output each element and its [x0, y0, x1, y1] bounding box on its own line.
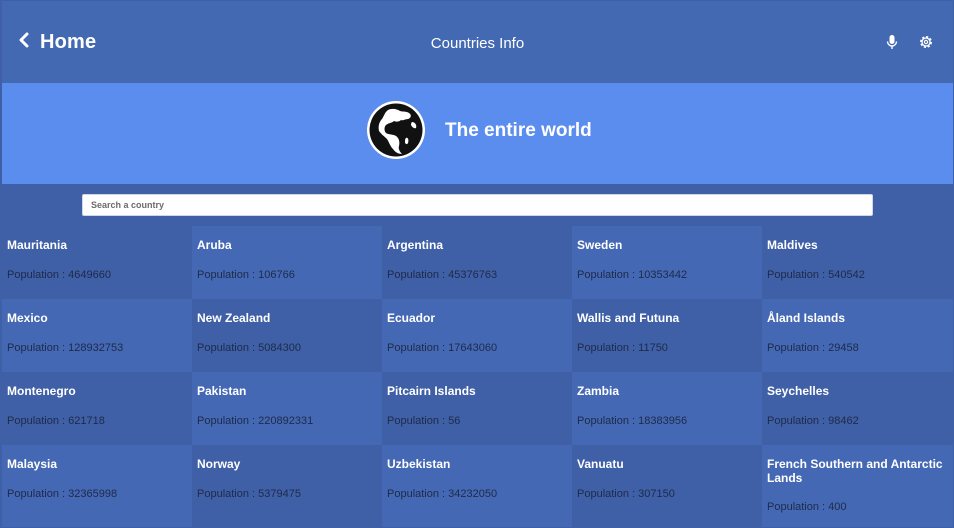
country-card[interactable]: Montenegro Population : 621718	[2, 372, 192, 445]
country-population: Population : 220892331	[197, 415, 314, 427]
country-name: Pitcairn Islands	[387, 384, 476, 398]
banner-title: The entire world	[445, 120, 592, 141]
country-population: Population : 18383956	[577, 415, 688, 427]
gear-icon[interactable]	[917, 33, 935, 51]
country-population: Population : 106766	[197, 269, 295, 281]
country-name: Ecuador	[387, 311, 436, 325]
top-bar: Home Countries Info	[2, 1, 953, 83]
country-card[interactable]: Mexico Population : 128932753	[2, 299, 192, 372]
country-population: Population : 5084300	[197, 342, 301, 354]
country-name: Argentina	[387, 238, 444, 252]
country-population: Population : 56	[387, 415, 461, 427]
country-name: Mexico	[7, 311, 48, 325]
top-icons	[883, 33, 935, 51]
country-name: Wallis and Futuna	[577, 311, 680, 325]
country-name: Norway	[197, 457, 241, 471]
country-population: Population : 17643060	[387, 342, 498, 354]
country-population: Population : 5379475	[197, 488, 301, 500]
country-name: Pakistan	[197, 384, 247, 398]
country-name: Vanuatu	[577, 457, 624, 471]
country-card[interactable]: Norway Population : 5379475	[192, 445, 382, 527]
country-name: Maldives	[767, 238, 818, 252]
search-input[interactable]	[82, 194, 873, 216]
country-population: Population : 307150	[577, 488, 675, 500]
country-name: Uzbekistan	[387, 457, 451, 471]
country-population: Population : 540542	[767, 269, 865, 281]
country-name: Aruba	[197, 238, 232, 252]
country-name: Sweden	[577, 238, 623, 252]
app-title: Countries Info	[430, 35, 525, 52]
country-name: New Zealand	[197, 311, 271, 325]
country-card[interactable]: New Zealand Population : 5084300	[192, 299, 382, 372]
country-card[interactable]: Vanuatu Population : 307150	[572, 445, 762, 527]
globe-icon	[367, 101, 425, 159]
country-card[interactable]: Uzbekistan Population : 34232050	[382, 445, 572, 527]
country-name: Malaysia	[7, 457, 58, 471]
country-population: Population : 128932753	[7, 342, 124, 354]
country-name: Åland Islands	[767, 311, 846, 325]
country-population: Population : 621718	[7, 415, 105, 427]
country-card[interactable]: Zambia Population : 18383956	[572, 372, 762, 445]
country-population: Population : 11750	[577, 342, 668, 354]
country-card[interactable]: Åland Islands Population : 29458	[762, 299, 953, 372]
country-population: Population : 4649660	[7, 269, 111, 281]
app-frame: Home Countries Info The entire world Sea…	[2, 1, 953, 527]
country-population: Population : 400	[767, 501, 847, 513]
country-name: Zambia	[577, 384, 620, 398]
country-population: Population : 29458	[767, 342, 859, 354]
world-banner: The entire world	[2, 83, 953, 184]
country-population: Population : 45376763	[387, 269, 498, 281]
country-population: Population : 10353442	[577, 269, 688, 281]
country-card[interactable]: Malaysia Population : 32365998	[2, 445, 192, 527]
country-name: French Southern and Antarctic Lands	[767, 457, 943, 485]
country-card[interactable]: Mauritania Population : 4649660	[2, 226, 192, 299]
country-population: Population : 34232050	[387, 488, 498, 500]
country-card[interactable]: Wallis and Futuna Population : 11750	[572, 299, 762, 372]
country-population: Population : 98462	[767, 415, 859, 427]
country-card[interactable]: Maldives Population : 540542	[762, 226, 953, 299]
microphone-icon[interactable]	[883, 33, 901, 51]
country-card[interactable]: French Southern and Antarctic Lands Popu…	[762, 445, 953, 527]
country-card[interactable]: Argentina Population : 45376763	[382, 226, 572, 299]
country-card[interactable]: Ecuador Population : 17643060	[382, 299, 572, 372]
country-grid: Mauritania Population : 4649660 Aruba Po…	[2, 226, 953, 527]
country-population: Population : 32365998	[7, 488, 118, 500]
search-bar	[2, 184, 953, 226]
country-name: Montenegro	[7, 384, 76, 398]
country-card[interactable]: Sweden Population : 10353442	[572, 226, 762, 299]
country-card[interactable]: Seychelles Population : 98462	[762, 372, 953, 445]
country-card[interactable]: Aruba Population : 106766	[192, 226, 382, 299]
country-card[interactable]: Pitcairn Islands Population : 56	[382, 372, 572, 445]
country-card[interactable]: Pakistan Population : 220892331	[192, 372, 382, 445]
country-name: Seychelles	[767, 384, 830, 398]
country-name: Mauritania	[7, 238, 68, 252]
